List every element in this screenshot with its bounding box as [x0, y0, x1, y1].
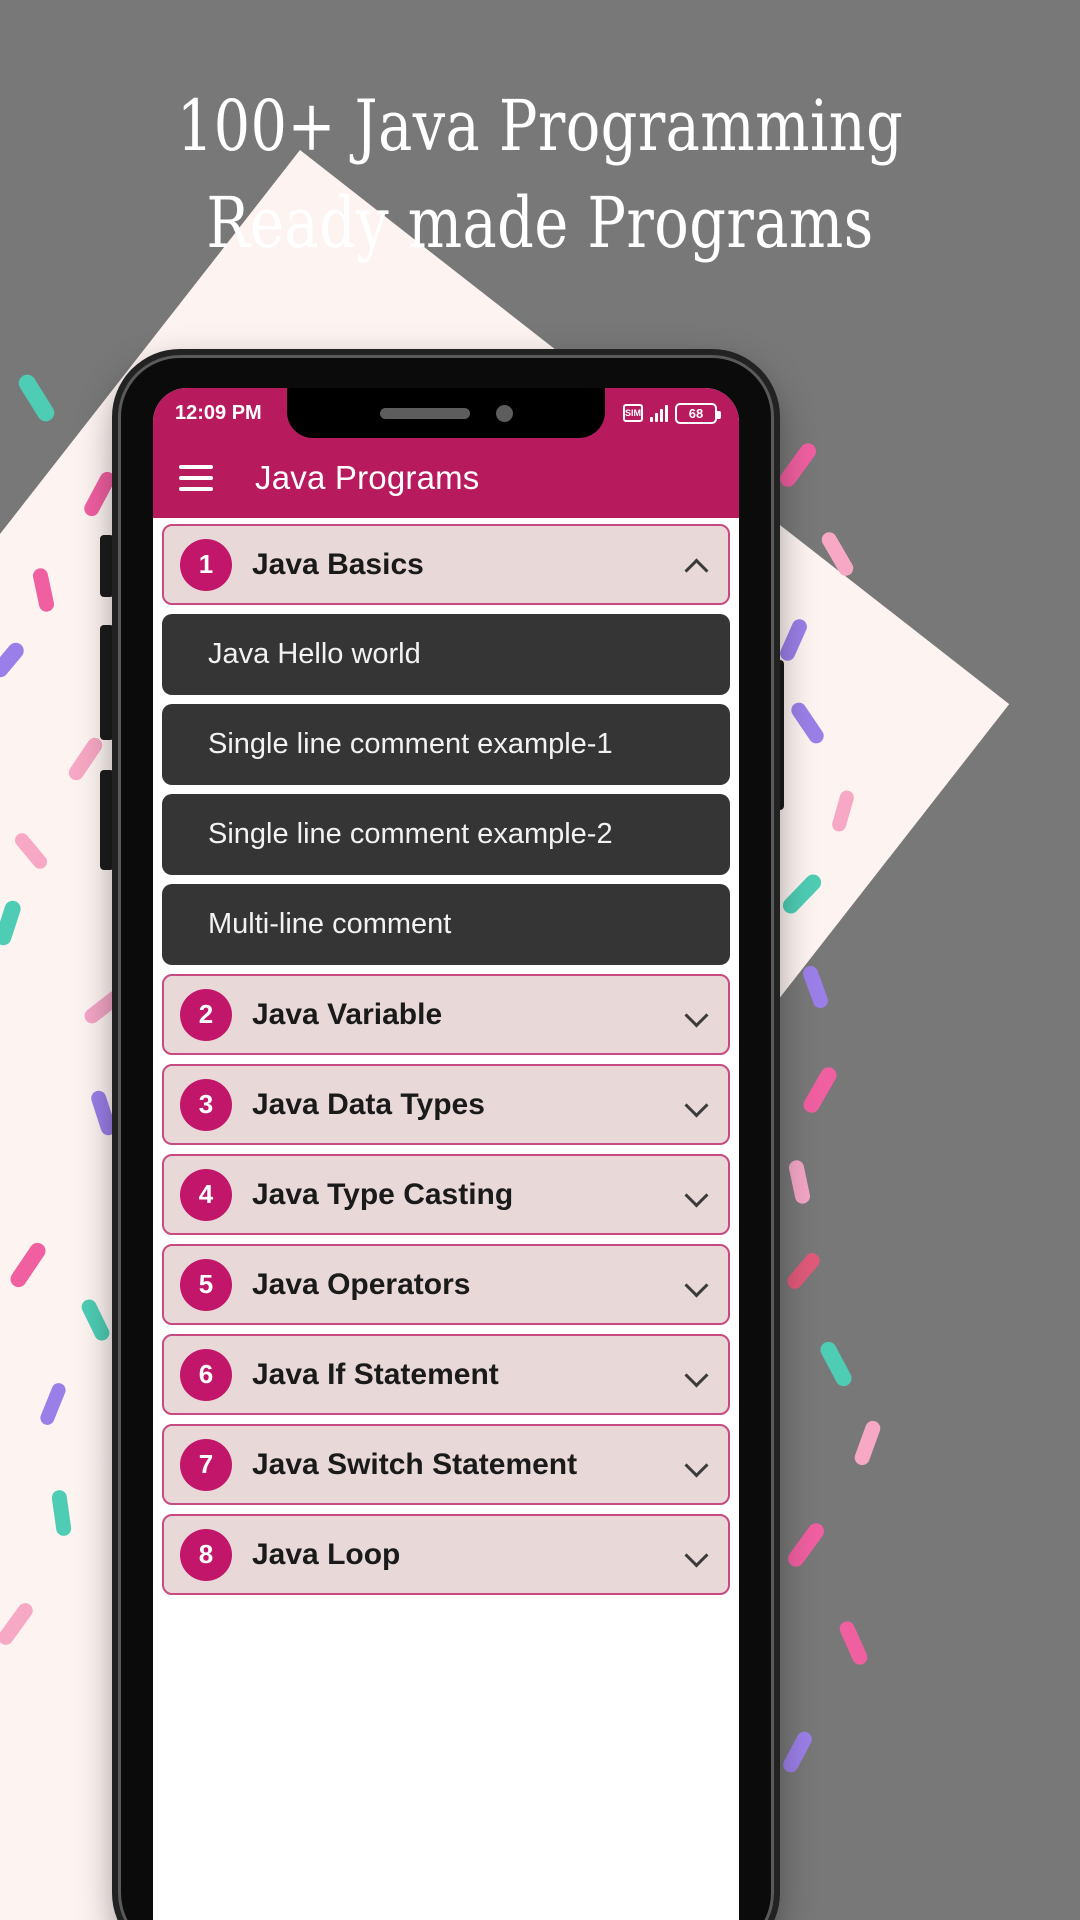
section-header-row[interactable]: 6 Java If Statement [162, 1334, 730, 1415]
battery-level-label: 68 [688, 405, 704, 421]
program-list-item[interactable]: Java Hello world [162, 614, 730, 695]
earpiece-speaker-icon [379, 407, 470, 419]
section-header-row[interactable]: 4 Java Type Casting [162, 1154, 730, 1235]
section-title: Java Switch Statement [252, 1447, 578, 1481]
promo-headline: 100+ Java Programming Ready made Program… [97, 78, 983, 271]
battery-icon: 68 [675, 402, 721, 424]
status-bar-time: 12:09 PM [175, 401, 262, 424]
program-list-item-label: Single line comment example-2 [208, 818, 613, 850]
program-list-item-label: Single line comment example-1 [208, 728, 613, 760]
chevron-up-icon[interactable] [686, 554, 708, 576]
chevron-down-icon[interactable] [686, 1184, 708, 1206]
program-list-item[interactable]: Single line comment example-1 [162, 704, 730, 785]
section-number-badge: 1 [180, 538, 232, 591]
status-bar-right: SIM 68 [623, 402, 721, 424]
section-header-row[interactable]: 1 Java Basics [162, 524, 730, 605]
chevron-down-icon[interactable] [686, 1004, 708, 1026]
section-number-badge: 5 [180, 1258, 232, 1311]
section-title: Java Basics [252, 547, 424, 581]
section-title: Java Variable [252, 997, 443, 1031]
sim-card-icon: SIM [623, 404, 643, 422]
section-title: Java Loop [252, 1537, 401, 1571]
section-header-row[interactable]: 7 Java Switch Statement [162, 1424, 730, 1505]
program-list-item[interactable]: Multi-line comment [162, 884, 730, 965]
program-list-item[interactable]: Single line comment example-2 [162, 794, 730, 875]
section-header-row[interactable]: 3 Java Data Types [162, 1064, 730, 1145]
section-header-row[interactable]: 5 Java Operators [162, 1244, 730, 1325]
phone-side-button-power[interactable] [100, 770, 114, 870]
phone-notch [287, 388, 605, 438]
hamburger-menu-icon[interactable] [179, 465, 213, 491]
section-header-row[interactable]: 2 Java Variable [162, 974, 730, 1055]
chevron-down-icon[interactable] [686, 1544, 708, 1566]
chevron-down-icon[interactable] [686, 1364, 708, 1386]
headline-line-2: Ready made Programs [206, 181, 874, 264]
phone-screen: 12:09 PM SIM 68 Java Programs 1 Java Basi… [153, 388, 739, 1920]
chevron-down-icon[interactable] [686, 1454, 708, 1476]
section-number-badge: 7 [180, 1438, 232, 1491]
signal-bars-icon [650, 404, 668, 422]
section-number-badge: 3 [180, 1078, 232, 1131]
program-list-item-label: Java Hello world [208, 638, 421, 670]
front-camera-icon [495, 404, 513, 422]
section-number-badge: 4 [180, 1168, 232, 1221]
phone-side-button-volume-up[interactable] [100, 535, 114, 597]
section-title: Java Data Types [252, 1087, 485, 1121]
app-bar: Java Programs [153, 438, 739, 518]
section-title: Java Operators [252, 1267, 471, 1301]
section-header-row[interactable]: 8 Java Loop [162, 1514, 730, 1595]
app-bar-title: Java Programs [255, 459, 480, 496]
status-bar-left: 12:09 PM [175, 402, 262, 425]
section-number-badge: 6 [180, 1348, 232, 1401]
phone-side-button-volume-down[interactable] [100, 625, 114, 740]
headline-line-1: 100+ Java Programming [176, 85, 904, 167]
chevron-down-icon[interactable] [686, 1274, 708, 1296]
program-category-list[interactable]: 1 Java Basics Java Hello world Single line … [153, 518, 739, 1920]
section-number-badge: 2 [180, 988, 232, 1041]
program-list-item-label: Multi-line comment [208, 908, 452, 940]
section-title: Java Type Casting [252, 1177, 514, 1211]
section-title: Java If Statement [252, 1357, 499, 1391]
chevron-down-icon[interactable] [686, 1094, 708, 1116]
section-number-badge: 8 [180, 1528, 232, 1581]
